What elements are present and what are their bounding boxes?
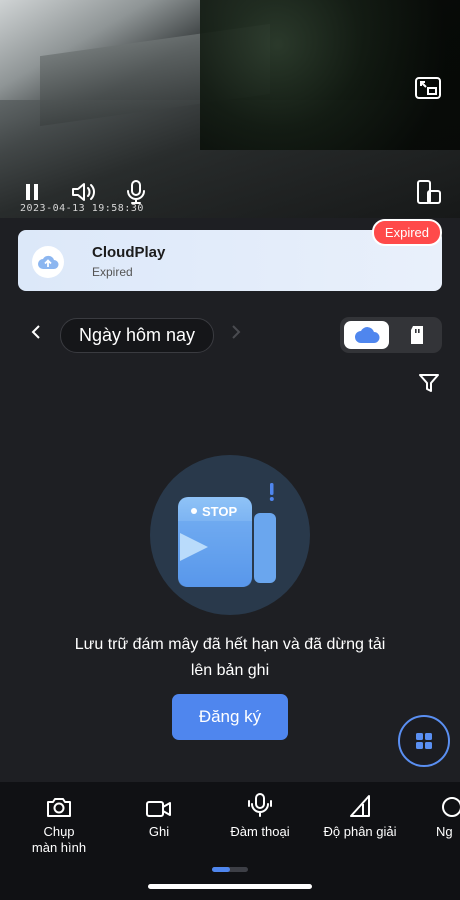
expired-badge: Expired bbox=[371, 219, 442, 246]
camera-icon bbox=[46, 782, 72, 818]
tab-resolution[interactable]: Độ phân giải bbox=[314, 782, 406, 840]
microphone-icon[interactable] bbox=[122, 178, 150, 206]
sd-card-option[interactable] bbox=[394, 321, 439, 349]
tab-night-mode[interactable]: Ng bbox=[436, 782, 460, 840]
tab-record-label: Ghi bbox=[148, 824, 170, 839]
tab-record[interactable]: Ghi bbox=[124, 782, 194, 840]
chevron-left-icon[interactable] bbox=[30, 323, 42, 346]
expired-message-line-1: Lưu trữ đám mây đã hết hạn và đã dừng tả… bbox=[74, 636, 386, 653]
video-timestamp: 2023-04-13 19:58:30 bbox=[20, 203, 144, 214]
microphone-icon bbox=[247, 782, 273, 818]
picture-in-picture-icon[interactable] bbox=[414, 74, 442, 102]
storage-toggle bbox=[340, 317, 442, 353]
home-indicator bbox=[148, 884, 312, 889]
toolbar-page-indicator bbox=[212, 867, 248, 872]
cloud-storage-option[interactable] bbox=[344, 321, 389, 349]
illustration-stop-text: STOP bbox=[202, 504, 237, 519]
cloud-upload-icon bbox=[32, 246, 64, 278]
volume-icon[interactable] bbox=[70, 178, 98, 206]
grid-icon bbox=[416, 733, 432, 749]
bottom-toolbar: Chụp màn hình Ghi Đàm thoại Độ phân giải … bbox=[0, 782, 460, 900]
tab-screenshot-label: Chụp màn hình bbox=[31, 824, 87, 855]
tab-night-mode-label: Ng bbox=[436, 824, 453, 839]
tab-screenshot[interactable]: Chụp màn hình bbox=[14, 782, 104, 856]
tab-resolution-label: Độ phân giải bbox=[323, 824, 397, 839]
device-rotate-icon[interactable] bbox=[414, 178, 442, 206]
cloudplay-status: Expired bbox=[92, 265, 133, 279]
live-video-view[interactable] bbox=[0, 0, 460, 218]
page-indicator-active bbox=[212, 867, 230, 872]
tab-talk[interactable]: Đàm thoại bbox=[214, 782, 306, 840]
grid-menu-button[interactable] bbox=[398, 715, 450, 767]
resolution-icon bbox=[348, 782, 372, 818]
cloudplay-card[interactable]: CloudPlay Expired Expired bbox=[18, 219, 442, 291]
register-button[interactable]: Đăng ký bbox=[172, 694, 288, 740]
expired-message-line-2: lên bản ghi bbox=[190, 662, 270, 679]
cloud-stopped-illustration: STOP bbox=[150, 455, 310, 615]
night-mode-icon bbox=[436, 782, 460, 818]
filter-icon[interactable] bbox=[418, 372, 440, 399]
tab-talk-label: Đàm thoại bbox=[230, 824, 290, 839]
video-record-icon bbox=[146, 782, 172, 818]
date-selector[interactable]: Ngày hôm nay bbox=[60, 318, 214, 353]
cloudplay-title: CloudPlay bbox=[92, 244, 166, 261]
pause-icon[interactable] bbox=[18, 178, 46, 206]
chevron-right-icon[interactable] bbox=[230, 323, 242, 346]
expired-message: Lưu trữ đám mây đã hết hạn và đã dừng tả… bbox=[0, 632, 460, 684]
